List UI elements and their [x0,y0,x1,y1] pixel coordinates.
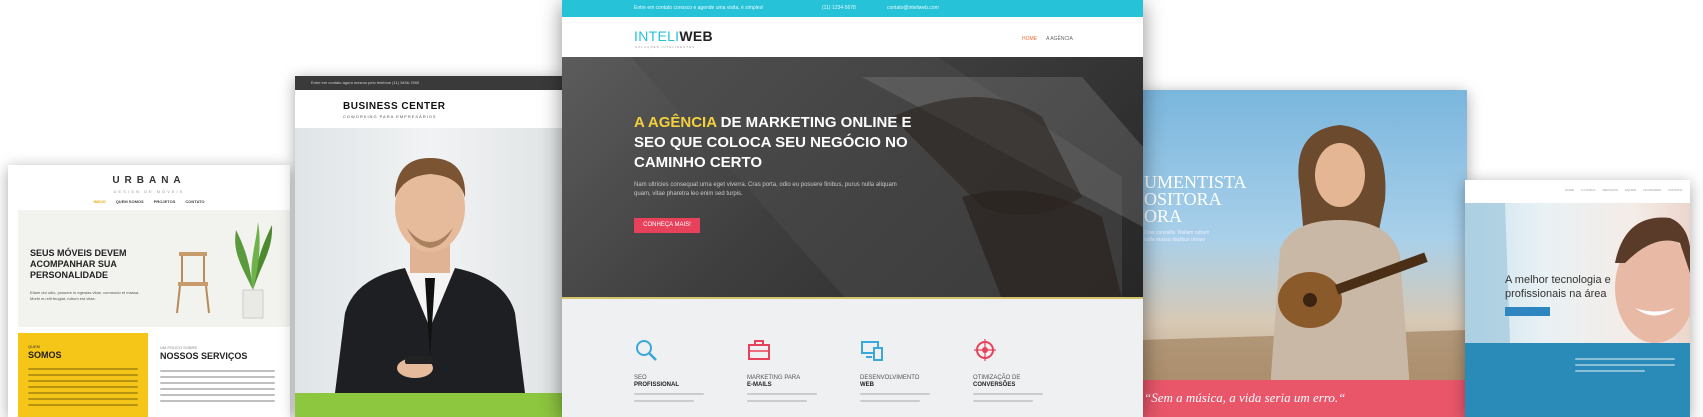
urbana-nav-item[interactable]: CONTATO [185,199,204,204]
service-line2: PROFISSIONAL [634,382,680,388]
dental-blue-band [1465,343,1690,417]
dental-hero-title: A melhor tecnologia e profissionais na á… [1505,274,1611,300]
guitar-girl-photo [1140,90,1467,417]
conheca-mais-button[interactable]: CONHEÇA MAIS! [634,218,700,233]
urbana-about-title: SOMOS [28,350,62,360]
dental-nav-item[interactable]: SERVIÇOS [1603,188,1618,192]
urbana-services-title: NOSSOS SERVIÇOS [160,351,248,361]
inteliweb-site-preview[interactable]: Entre em contato conosco e agende uma vi… [562,0,1143,417]
inteliweb-header: INTELIWEB SOLUÇÕES INTELIGENTES HOME A A… [562,17,1143,57]
business-topbar-text: Entre em contato agora mesmo pelo telefo… [311,80,420,85]
urbana-nav-item[interactable]: INÍCIO [93,199,105,204]
inteliweb-topbar-text: Entre em contato conosco e agende uma vi… [634,5,764,11]
music-hero-text: Cras convallis. Nullam rutrum nulla mass… [1144,230,1210,243]
devices-icon [861,341,883,361]
inteliweb-email[interactable]: contato@inteliweb.com [887,5,939,11]
urbana-nav-item[interactable]: PROJETOS [154,199,176,204]
inteliweb-logo-part-b: WEB [679,28,713,44]
dental-nav-item[interactable]: A CLÍNICA [1581,188,1596,192]
urbana-logo: URBANA [112,175,186,186]
inteliweb-hero-text: Nam ultricies consequat urna eget viverr… [634,182,897,197]
service-card[interactable]: MARKETING PARA E-MAILS [747,339,847,406]
laptop-typing-photo [630,57,1143,299]
urbana-nav-item[interactable]: QUEM SOMOS [116,199,144,204]
businessman-photo [295,128,565,393]
dental-site-preview[interactable]: HOME A CLÍNICA SERVIÇOS EQUIPE NOVIDADES… [1465,180,1690,417]
service-line2: WEB [860,382,874,388]
urbana-about-small: QUEM [28,344,40,349]
urbana-hero: SEUS MÓVEIS DEVEM ACOMPANHAR SUA PERSONA… [18,210,290,327]
inteliweb-services: SEO PROFISSIONAL MARKETING PARA E-MAILS … [562,299,1143,417]
inteliweb-nav: HOME A AGÊNCIA [1022,36,1073,42]
service-card[interactable]: SEO PROFISSIONAL [634,339,734,406]
urbana-site-preview[interactable]: URBANA DESIGN DE MÓVEIS INÍCIO QUEM SOMO… [8,165,290,417]
inteliweb-hero-title: A AGÊNCIA DE MARKETING ONLINE E SEO QUE … [634,113,924,173]
dental-nav: HOME A CLÍNICA SERVIÇOS EQUIPE NOVIDADES… [1565,188,1682,192]
inteliweb-topbar: Entre em contato conosco e agende uma vi… [562,0,1143,17]
business-subtitle: COWORKING PARA EMPRESÁRIOS [343,114,437,119]
service-line1: MARKETING PARA [747,375,801,381]
inteliweb-logo[interactable]: INTELIWEB [634,28,713,44]
briefcase-icon [748,340,770,360]
urbana-hero-title: SEUS MÓVEIS DEVEM ACOMPANHAR SUA PERSONA… [30,248,127,280]
inteliweb-phone: (11) 1234-5678 [822,5,856,11]
inteliweb-hero: A AGÊNCIA DE MARKETING ONLINE E SEO QUE … [562,57,1143,299]
music-site-preview[interactable]: UMENTISTA OSITORA ORA Cras convallis. Nu… [1140,90,1467,417]
business-green-band [295,393,565,417]
music-quote: “Sem a música, a vida seria um erro.“ [1144,390,1346,405]
dental-patient-photo: A melhor tecnologia e profissionais na á… [1465,203,1690,343]
business-topbar: Entre em contato agora mesmo pelo telefo… [295,76,565,90]
dental-nav-item[interactable]: CONTATO [1668,188,1682,192]
nav-home[interactable]: HOME [1022,36,1037,42]
music-quote-band: “Sem a música, a vida seria um erro.“ [1140,380,1467,417]
business-title: BUSINESS CENTER [343,101,446,112]
inteliweb-hero-highlight: A AGÊNCIA [634,114,717,131]
inteliweb-slogan: SOLUÇÕES INTELIGENTES [635,45,696,49]
service-line2: CONVERSÕES [973,382,1016,388]
dental-nav-item[interactable]: EQUIPE [1625,188,1636,192]
urbana-hero-text: Etiam dui odio, posuere in egestas vitae… [30,290,140,301]
dental-hero-button[interactable] [1505,307,1550,316]
service-line1: DESENVOLVIMENTO [860,375,920,381]
target-icon [974,339,996,361]
inteliweb-logo-part-a: INTELI [634,28,680,44]
dental-nav-item[interactable]: HOME [1565,188,1574,192]
service-line1: OTIMIZAÇÃO DE [973,375,1021,381]
chair-image [176,252,210,314]
service-line1: SEO [634,375,647,381]
plant-image [235,222,273,319]
service-line2: E-MAILS [747,382,772,388]
business-center-site-preview[interactable]: Entre em contato agora mesmo pelo telefo… [295,76,565,417]
nav-agencia[interactable]: A AGÊNCIA [1046,36,1073,42]
music-hero-title: UMENTISTA OSITORA ORA [1144,172,1246,226]
dental-nav-item[interactable]: NOVIDADES [1643,188,1661,192]
service-card[interactable]: DESENVOLVIMENTO WEB [860,339,960,406]
magnifier-icon [636,340,657,361]
service-card[interactable]: OTIMIZAÇÃO DE CONVERSÕES [973,339,1073,406]
urbana-nav: INÍCIO QUEM SOMOS PROJETOS CONTATO [8,199,290,204]
urbana-tagline: DESIGN DE MÓVEIS [113,189,185,194]
urbana-services-small: UM POUCO SOBRE [160,345,198,350]
urbana-about-section: QUEM SOMOS [18,333,148,417]
